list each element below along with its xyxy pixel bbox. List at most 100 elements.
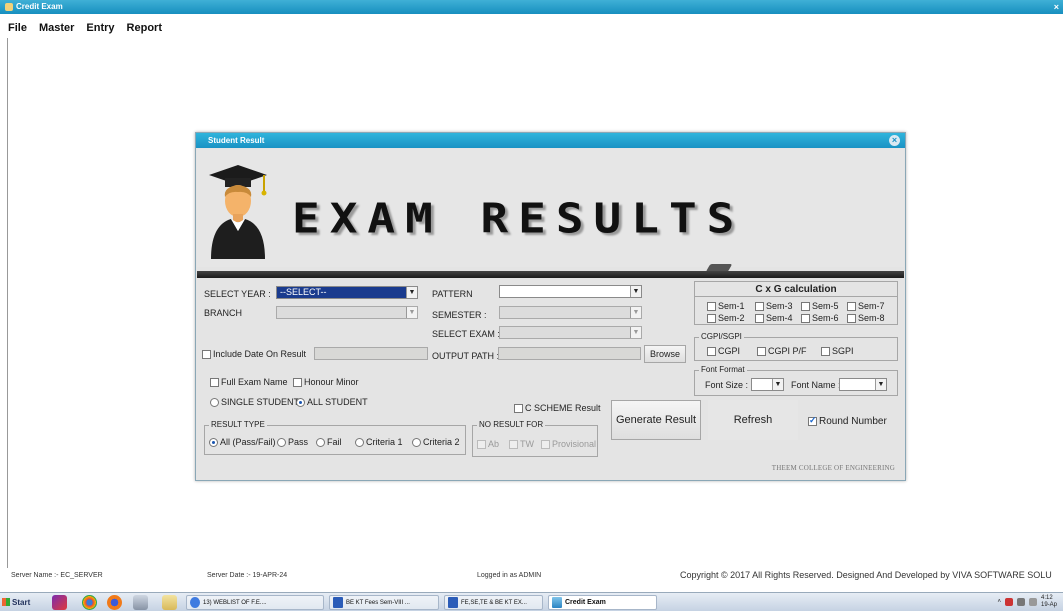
- single-student-label: SINGLE STUDENT: [221, 397, 300, 407]
- sgpi-checkbox[interactable]: SGPI: [821, 346, 854, 356]
- credit-exam-icon: [552, 597, 562, 608]
- result-pass-radio[interactable]: Pass: [277, 437, 308, 447]
- font-size-combo[interactable]: ▼: [751, 378, 784, 391]
- clock-date: 19-Ap: [1041, 602, 1058, 608]
- network-icon[interactable]: [1017, 598, 1025, 606]
- sem3-checkbox[interactable]: Sem-3: [755, 301, 793, 311]
- chevron-down-icon: ▼: [630, 307, 641, 318]
- result-fail-label: Fail: [327, 437, 342, 447]
- menu-master[interactable]: Master: [39, 22, 74, 38]
- sem8-checkbox[interactable]: Sem-8: [847, 313, 885, 323]
- cgpi-pf-checkbox[interactable]: CGPI P/F: [757, 346, 807, 356]
- no-result-group: NO RESULT FOR Ab TW Provisional: [472, 420, 598, 457]
- all-student-radio[interactable]: ALL STUDENT: [296, 397, 368, 407]
- branch-label: BRANCH: [204, 308, 243, 318]
- include-date-field[interactable]: [314, 347, 428, 360]
- clock-time: 4:12: [1041, 595, 1053, 601]
- sem7-checkbox[interactable]: Sem-7: [847, 301, 885, 311]
- chevron-down-icon: ▼: [772, 379, 783, 390]
- result-criteria2-radio[interactable]: Criteria 2: [412, 437, 460, 447]
- result-criteria1-label: Criteria 1: [366, 437, 403, 447]
- taskbar-item-label: Credit Exam: [565, 599, 606, 606]
- select-year-combo[interactable]: --SELECT-- ▼: [276, 286, 418, 299]
- graduate-icon: [209, 165, 267, 259]
- cgpi-sgpi-group: CGPI/SGPI CGPI CGPI P/F SGPI: [694, 332, 898, 361]
- chevron-down-icon: ▼: [630, 286, 641, 297]
- sem2-label: Sem-2: [718, 313, 745, 323]
- refresh-button[interactable]: Refresh: [708, 400, 798, 440]
- menu-report[interactable]: Report: [127, 22, 162, 38]
- result-all-radio[interactable]: All (Pass/Fail): [209, 437, 276, 447]
- menu-file[interactable]: File: [8, 22, 27, 38]
- copyright-text: Copyright © 2017 All Rights Reserved. De…: [680, 570, 1052, 580]
- taskbar-item-kt-fees[interactable]: BE KT Fees Sem-VIII ...: [329, 595, 439, 610]
- cgpi-checkbox[interactable]: CGPI: [707, 346, 740, 356]
- sem6-checkbox[interactable]: Sem-6: [801, 313, 839, 323]
- pattern-label: PATTERN: [432, 289, 473, 299]
- taskbar: Start 13) WEBLIST OF F.E.... BE KT Fees …: [0, 592, 1063, 611]
- no-result-provisional-label: Provisional: [552, 439, 597, 449]
- c-scheme-label: C SCHEME Result: [525, 403, 601, 413]
- output-path-field[interactable]: [498, 347, 641, 360]
- chevron-down-icon: ▼: [875, 379, 886, 390]
- honour-minor-checkbox[interactable]: Honour Minor: [293, 377, 359, 387]
- no-result-title: NO RESULT FOR: [477, 420, 546, 429]
- cgpi-sgpi-title: CGPI/SGPI: [699, 332, 744, 341]
- full-exam-name-checkbox[interactable]: Full Exam Name: [210, 377, 288, 387]
- network-computer-icon[interactable]: [133, 595, 148, 610]
- result-all-label: All (Pass/Fail): [220, 437, 276, 447]
- sem1-checkbox[interactable]: Sem-1: [707, 301, 745, 311]
- banner-divider: [197, 271, 904, 278]
- tray-app-icon[interactable]: [1005, 598, 1013, 606]
- no-result-tw-checkbox[interactable]: TW: [509, 439, 534, 449]
- start-button[interactable]: Start: [2, 595, 40, 609]
- menu-entry[interactable]: Entry: [86, 22, 114, 38]
- system-tray: ˄ 4:12 19-Ap: [997, 595, 1063, 609]
- all-student-label: ALL STUDENT: [307, 397, 368, 407]
- dialog-titlebar: Student Result ×: [196, 133, 905, 148]
- start-label: Start: [12, 597, 31, 607]
- single-student-radio[interactable]: SINGLE STUDENT: [210, 397, 299, 407]
- sem2-checkbox[interactable]: Sem-2: [707, 313, 745, 323]
- taskbar-item-weblist[interactable]: 13) WEBLIST OF F.E....: [186, 595, 324, 610]
- pattern-combo[interactable]: ▼: [499, 285, 642, 298]
- taskbar-item-kt-exam[interactable]: FE,SE,TE & BE KT EX...: [444, 595, 543, 610]
- sem4-checkbox[interactable]: Sem-4: [755, 313, 793, 323]
- generate-result-button[interactable]: Generate Result: [611, 400, 701, 440]
- app-launcher-icon[interactable]: [52, 595, 67, 610]
- result-criteria1-radio[interactable]: Criteria 1: [355, 437, 403, 447]
- cxg-title: C x G calculation: [755, 284, 837, 295]
- chrome-icon[interactable]: [82, 595, 97, 610]
- output-path-label: OUTPUT PATH :: [432, 351, 500, 361]
- semester-combo[interactable]: ▼: [499, 306, 642, 319]
- taskbar-item-label: BE KT Fees Sem-VIII ...: [346, 599, 410, 606]
- round-number-checkbox[interactable]: Round Number: [808, 415, 887, 427]
- college-name: THEEM COLLEGE OF ENGINEERING: [771, 464, 895, 472]
- select-exam-combo[interactable]: ▼: [499, 326, 642, 339]
- firefox-icon[interactable]: [107, 595, 122, 610]
- menu-bar: File Master Entry Report: [0, 22, 162, 38]
- no-result-ab-checkbox[interactable]: Ab: [477, 439, 499, 449]
- sem5-checkbox[interactable]: Sem-5: [801, 301, 839, 311]
- branch-combo[interactable]: ▼: [276, 306, 418, 319]
- folder-icon[interactable]: [162, 595, 177, 610]
- no-result-provisional-checkbox[interactable]: Provisional: [541, 439, 596, 449]
- taskbar-item-label: FE,SE,TE & BE KT EX...: [461, 599, 527, 606]
- font-name-combo[interactable]: ▼: [839, 378, 887, 391]
- browse-button[interactable]: Browse: [644, 345, 686, 363]
- dialog-close-icon[interactable]: ×: [889, 135, 900, 146]
- clock[interactable]: 4:12 19-Ap: [1041, 595, 1063, 609]
- status-bar: Server Name :- EC_SERVER Server Date :- …: [7, 570, 1063, 583]
- taskbar-item-credit-exam[interactable]: Credit Exam: [548, 595, 657, 610]
- no-result-ab-label: Ab: [488, 439, 500, 449]
- no-result-tw-label: TW: [520, 439, 534, 449]
- sem8-label: Sem-8: [858, 313, 885, 323]
- volume-icon[interactable]: [1029, 598, 1037, 606]
- tray-expand-icon[interactable]: ˄: [997, 599, 1001, 605]
- sgpi-label: SGPI: [832, 346, 854, 356]
- chevron-down-icon: ▼: [630, 327, 641, 338]
- include-date-checkbox[interactable]: Include Date On Result: [202, 349, 306, 359]
- c-scheme-checkbox[interactable]: C SCHEME Result: [514, 403, 601, 413]
- result-fail-radio[interactable]: Fail: [316, 437, 342, 447]
- app-close-icon[interactable]: ×: [1054, 2, 1059, 12]
